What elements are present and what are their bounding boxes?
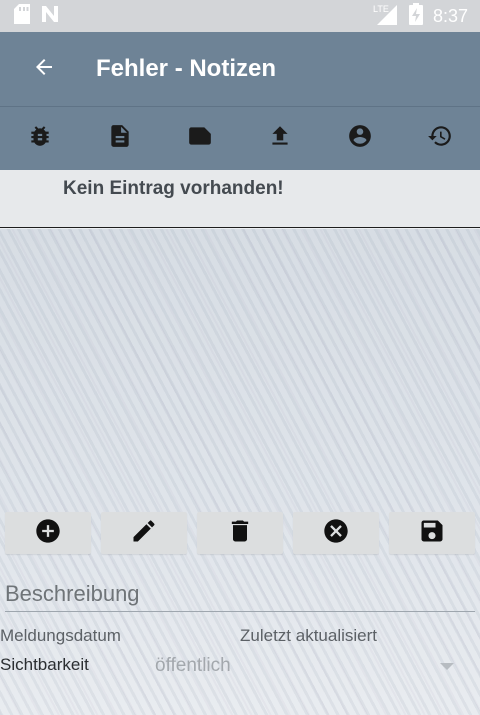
page-title: Fehler - Notizen bbox=[96, 55, 277, 82]
visibility-label: Sichtbarkeit bbox=[0, 655, 89, 674]
network-type: LTE bbox=[373, 4, 389, 14]
sd-card-icon bbox=[14, 3, 30, 29]
last-updated-label: Zuletzt aktualisiert bbox=[240, 626, 377, 645]
upload-button[interactable] bbox=[252, 111, 308, 167]
battery-charging-icon bbox=[408, 2, 423, 30]
status-right: LTE 8:37 bbox=[373, 2, 468, 30]
history-icon bbox=[427, 123, 453, 154]
action-button-row bbox=[0, 512, 480, 554]
save-icon bbox=[418, 517, 446, 550]
cancel-button[interactable] bbox=[293, 512, 379, 554]
save-button[interactable] bbox=[389, 512, 475, 554]
status-time: 8:37 bbox=[432, 5, 468, 26]
account-icon bbox=[347, 123, 373, 154]
edit-button[interactable] bbox=[101, 512, 187, 554]
bug-icon bbox=[27, 123, 53, 154]
lte-signal-icon: LTE bbox=[373, 3, 399, 30]
account-button[interactable] bbox=[332, 111, 388, 167]
add-button[interactable] bbox=[5, 512, 91, 554]
report-date-label: Meldungsdatum bbox=[0, 626, 121, 645]
empty-state-message: Kein Eintrag vorhanden! bbox=[63, 178, 284, 199]
notification-n-icon bbox=[40, 4, 60, 29]
status-left bbox=[14, 3, 60, 29]
visibility-select-value: öffentlich bbox=[155, 655, 231, 676]
document-icon bbox=[107, 123, 133, 154]
arrow-left-icon bbox=[32, 55, 56, 84]
cancel-icon bbox=[322, 517, 350, 550]
upload-icon bbox=[267, 123, 293, 154]
dropdown-arrow-icon bbox=[440, 662, 454, 670]
visibility-select[interactable]: öffentlich bbox=[150, 650, 468, 682]
note-icon bbox=[186, 123, 214, 154]
note-button[interactable] bbox=[172, 111, 228, 167]
status-bar: LTE 8:37 bbox=[0, 0, 480, 32]
description-field bbox=[5, 576, 475, 612]
entry-list: Kein Eintrag vorhanden! bbox=[0, 170, 480, 228]
edit-icon bbox=[130, 517, 158, 550]
bug-button[interactable] bbox=[12, 111, 68, 167]
delete-icon bbox=[226, 517, 254, 550]
description-input[interactable] bbox=[5, 580, 475, 607]
toolbar bbox=[0, 106, 480, 170]
delete-button[interactable] bbox=[197, 512, 283, 554]
back-button[interactable] bbox=[14, 39, 74, 99]
history-button[interactable] bbox=[412, 111, 468, 167]
document-button[interactable] bbox=[92, 111, 148, 167]
app-bar: Fehler - Notizen bbox=[0, 32, 480, 106]
add-icon bbox=[34, 517, 62, 550]
